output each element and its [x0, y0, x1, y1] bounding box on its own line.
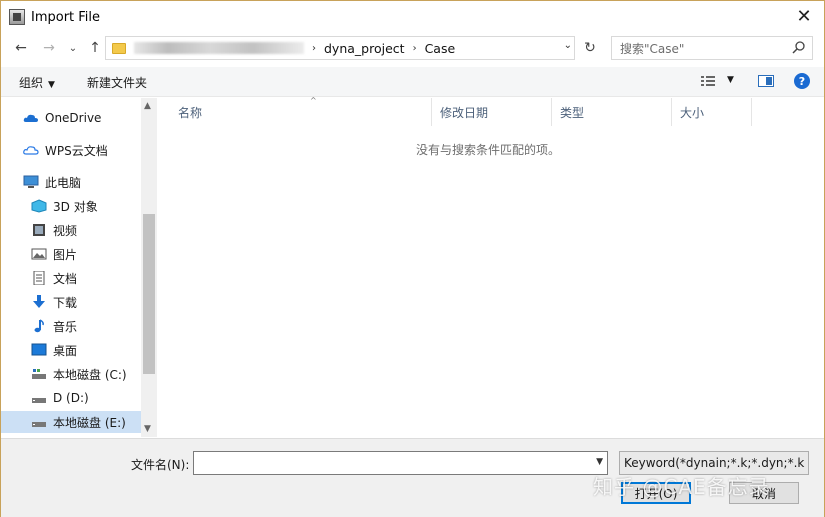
folder-icon	[112, 42, 126, 54]
sidebar-item-pictures[interactable]: 图片	[1, 243, 141, 265]
scroll-down-icon[interactable]: ▼	[144, 424, 151, 434]
organize-button[interactable]: 组织 ▼	[19, 74, 55, 91]
address-bar[interactable]: › dyna_project › Case ⌄	[105, 36, 575, 60]
search-icon[interactable]	[792, 40, 806, 54]
sidebar-item-drive-c[interactable]: 本地磁盘 (C:)	[1, 363, 141, 385]
caret-down-icon: ▼	[48, 80, 55, 90]
sidebar-item-label: 此电脑	[45, 175, 82, 190]
documents-icon	[33, 271, 45, 285]
organize-label: 组织	[19, 76, 44, 90]
video-icon	[33, 224, 45, 236]
sidebar-item-music[interactable]: 音乐	[1, 315, 141, 337]
empty-result-message: 没有与搜索条件匹配的项。	[415, 143, 560, 157]
caret-down-icon[interactable]: ▼	[727, 75, 734, 85]
onedrive-icon	[23, 114, 38, 122]
drive-icon	[32, 398, 46, 403]
filename-label: 文件名(N):	[131, 458, 190, 472]
filename-field[interactable]: ▼	[193, 451, 608, 475]
address-row: ← → ⌄ ↑ › dyna_project › Case ⌄ ↻ 搜索"Cas…	[1, 33, 824, 63]
sidebar-item-label: 音乐	[53, 319, 78, 334]
scroll-up-icon[interactable]: ▲	[144, 101, 151, 111]
navigation-scrollbar[interactable]: ▲ ▼	[141, 98, 157, 437]
column-header-date[interactable]: 修改日期	[432, 98, 552, 126]
download-icon	[33, 295, 45, 308]
sidebar-item-label: 本地磁盘 (E:)	[53, 415, 126, 430]
app-icon	[9, 9, 25, 25]
column-header-type[interactable]: 类型	[552, 98, 672, 126]
title-bar: Import File ✕	[1, 1, 824, 33]
3d-objects-icon	[31, 199, 47, 213]
view-options-icon[interactable]	[701, 75, 715, 87]
sidebar-item-video[interactable]: 视频	[1, 219, 141, 241]
cloud-icon	[23, 146, 39, 155]
column-label: 名称	[178, 105, 203, 120]
sidebar-item-drive-e[interactable]: 本地磁盘 (E:)	[1, 411, 141, 433]
drive-icon	[32, 422, 46, 427]
sidebar-item-documents[interactable]: 文档	[1, 267, 141, 289]
chevron-right-icon: ›	[312, 42, 316, 54]
search-input[interactable]: 搜索"Case"	[611, 36, 813, 60]
breadcrumb-case[interactable]: Case	[425, 41, 456, 56]
scrollbar-thumb[interactable]	[143, 214, 155, 374]
sidebar-item-label: OneDrive	[45, 111, 102, 125]
sidebar-item-desktop[interactable]: 桌面	[1, 339, 141, 361]
recent-locations-button[interactable]: ⌄	[63, 39, 83, 57]
forward-button[interactable]: →	[39, 39, 59, 57]
sidebar-item-label: 视频	[53, 223, 78, 238]
breadcrumb-dyna-project[interactable]: dyna_project	[324, 41, 405, 56]
sidebar-item-label: 下载	[53, 295, 78, 310]
sidebar-item-label: 本地磁盘 (C:)	[53, 367, 127, 382]
chevron-right-icon: ›	[412, 42, 417, 54]
help-icon[interactable]: ?	[794, 73, 810, 89]
pictures-icon	[31, 248, 47, 260]
refresh-button[interactable]: ↻	[579, 38, 601, 58]
command-bar: 组织 ▼ 新建文件夹 ▼ ?	[1, 67, 824, 97]
sidebar-item-downloads[interactable]: 下载	[1, 291, 141, 313]
chevron-down-icon[interactable]: ▼	[596, 457, 603, 467]
drive-icon	[32, 369, 46, 379]
sidebar-item-drive-d[interactable]: D (D:)	[1, 387, 141, 409]
sidebar-item-label: 文档	[53, 271, 78, 286]
new-folder-button[interactable]: 新建文件夹	[87, 74, 147, 91]
blurred-path	[134, 42, 304, 54]
navigation-pane: OneDrive WPS云文档 此电脑 3D 对象 视频 图片 文档 下载 音乐…	[1, 98, 157, 437]
watermark: 知乎 @CAE备忘录	[593, 475, 770, 499]
window-title: Import File	[31, 9, 101, 25]
sidebar-item-this-pc[interactable]: 此电脑	[1, 171, 141, 193]
close-button[interactable]: ✕	[784, 1, 824, 31]
column-header-size[interactable]: 大小	[672, 98, 752, 126]
column-header-name[interactable]: 名称 ^	[170, 96, 432, 126]
search-placeholder: 搜索"Case"	[620, 41, 685, 56]
sidebar-item-3d-objects[interactable]: 3D 对象	[1, 195, 141, 217]
computer-icon	[23, 175, 39, 188]
import-file-dialog: Import File ✕ ← → ⌄ ↑ › dyna_project › C…	[0, 0, 825, 517]
sort-up-icon: ^	[310, 96, 317, 105]
filter-value: Keyword(*dynain;*.k;*.dyn;*.k	[624, 456, 805, 470]
preview-pane-icon[interactable]	[758, 75, 774, 87]
sidebar-item-onedrive[interactable]: OneDrive	[1, 107, 141, 129]
sidebar-item-label: D (D:)	[53, 391, 89, 405]
sidebar-item-label: 图片	[53, 247, 78, 262]
chevron-down-icon[interactable]: ⌄	[564, 40, 572, 51]
desktop-icon	[31, 343, 47, 356]
sidebar-item-wps-cloud[interactable]: WPS云文档	[1, 139, 141, 161]
back-button[interactable]: ←	[11, 39, 31, 57]
up-button[interactable]: ↑	[85, 39, 105, 57]
music-icon	[34, 319, 44, 333]
file-list-pane: 名称 ^ 修改日期 类型 大小 没有与搜索条件匹配的项。	[158, 96, 824, 437]
sidebar-item-label: 桌面	[53, 343, 78, 358]
sidebar-item-label: WPS云文档	[45, 143, 108, 158]
sidebar-item-label: 3D 对象	[53, 199, 98, 214]
